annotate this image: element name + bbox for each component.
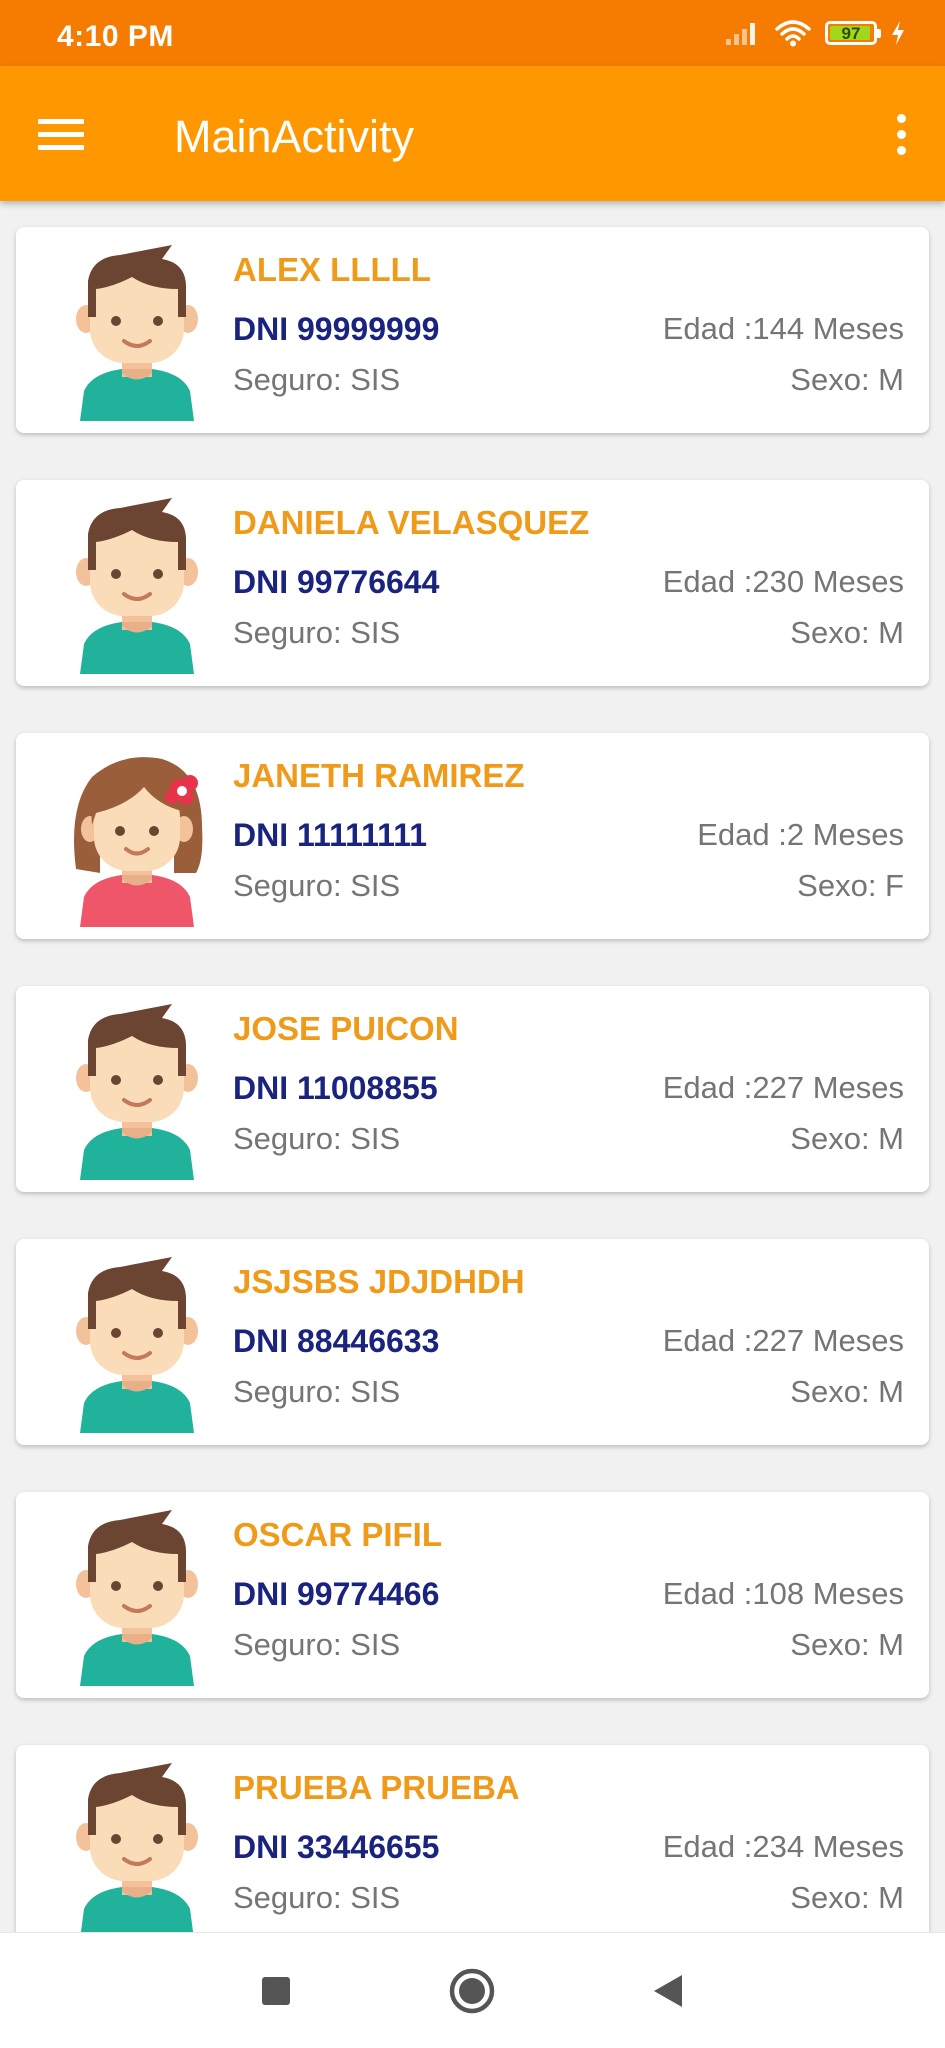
patient-name: JANETH RAMIREZ — [233, 757, 525, 794]
patient-list[interactable]: ALEX LLLLL DNI 99999999 Seguro: SIS Edad… — [0, 201, 945, 1932]
patient-dni: DNI 99774466 — [233, 1576, 440, 1612]
patient-sexo: Sexo: M — [790, 1880, 904, 1915]
screen: 4:10 PM 97 MainActivity ALEX LLLLL DNI 9… — [0, 0, 945, 2048]
wifi-icon — [775, 20, 811, 47]
patient-sexo: Sexo: M — [790, 1121, 904, 1156]
patient-edad: Edad :234 Meses — [662, 1829, 904, 1864]
girl-avatar-icon — [74, 757, 203, 927]
signal-icon — [726, 23, 755, 45]
patient-seguro: Seguro: SIS — [233, 362, 401, 397]
battery-level: 97 — [841, 23, 861, 43]
hamburger-menu-icon[interactable] — [38, 106, 94, 162]
more-vert-icon[interactable] — [883, 106, 919, 162]
dot — [896, 145, 906, 155]
back-triangle-icon[interactable] — [638, 1961, 698, 2021]
patient-seguro: Seguro: SIS — [233, 1374, 401, 1409]
patient-name: ALEX LLLLL — [233, 251, 431, 288]
patient-edad: Edad :144 Meses — [662, 311, 904, 346]
patient-sexo: Sexo: M — [790, 1374, 904, 1409]
patient-card[interactable]: DANIELA VELASQUEZ DNI 99776644 Seguro: S… — [16, 480, 929, 686]
battery-tip — [877, 29, 881, 38]
status-time: 4:10 PM — [57, 20, 174, 53]
boy-avatar-icon — [76, 1257, 198, 1433]
patient-edad: Edad :227 Meses — [662, 1070, 904, 1105]
patient-dni: DNI 88446633 — [233, 1323, 440, 1359]
dot — [896, 129, 906, 139]
patient-dni: DNI 99776644 — [233, 564, 440, 600]
patient-edad: Edad :108 Meses — [662, 1576, 904, 1611]
app-title: MainActivity — [174, 111, 415, 162]
patient-sexo: Sexo: M — [790, 362, 904, 397]
patient-card[interactable]: JSJSBS JDJDHDH DNI 88446633 Seguro: SIS … — [16, 1239, 929, 1445]
patient-card[interactable]: JOSE PUICON DNI 11008855 Seguro: SIS Eda… — [16, 986, 929, 1192]
app-bar: MainActivity — [0, 66, 945, 201]
patient-edad: Edad :230 Meses — [662, 564, 904, 599]
patient-name: JSJSBS JDJDHDH — [233, 1263, 525, 1300]
patient-seguro: Seguro: SIS — [233, 615, 401, 650]
patient-seguro: Seguro: SIS — [233, 868, 401, 903]
menu-line — [38, 131, 84, 137]
boy-avatar-icon — [76, 1510, 198, 1686]
patient-card[interactable]: JANETH RAMIREZ DNI 11111111 Seguro: SIS … — [16, 733, 929, 939]
charging-icon — [892, 21, 904, 45]
patient-seguro: Seguro: SIS — [233, 1627, 401, 1662]
patient-name: DANIELA VELASQUEZ — [233, 504, 590, 541]
recents-square-icon[interactable] — [246, 1961, 306, 2021]
patient-card[interactable]: ALEX LLLLL DNI 99999999 Seguro: SIS Edad… — [16, 227, 929, 433]
patient-name: OSCAR PIFIL — [233, 1516, 443, 1553]
patient-seguro: Seguro: SIS — [233, 1880, 401, 1915]
battery-icon: 97 — [825, 21, 881, 45]
menu-line — [38, 144, 84, 150]
patient-name: JOSE PUICON — [233, 1010, 459, 1047]
patient-card[interactable]: OSCAR PIFIL DNI 99774466 Seguro: SIS Eda… — [16, 1492, 929, 1698]
dot — [896, 113, 906, 123]
status-icons: 97 — [725, 16, 905, 50]
boy-avatar-icon — [76, 1763, 198, 1932]
menu-line — [38, 118, 84, 124]
boy-avatar-icon — [76, 498, 198, 674]
patient-sexo: Sexo: F — [797, 868, 904, 903]
patient-dni: DNI 11111111 — [233, 817, 428, 853]
system-nav-bar — [0, 1932, 945, 2048]
patient-seguro: Seguro: SIS — [233, 1121, 401, 1156]
patient-dni: DNI 11008855 — [233, 1070, 438, 1106]
patient-edad: Edad :227 Meses — [662, 1323, 904, 1358]
status-bar: 4:10 PM 97 — [0, 0, 945, 66]
patient-dni: DNI 33446655 — [233, 1829, 440, 1865]
home-circle-icon[interactable] — [442, 1961, 502, 2021]
boy-avatar-icon — [76, 245, 198, 421]
patient-dni: DNI 99999999 — [233, 311, 440, 347]
patient-edad: Edad :2 Meses — [697, 817, 904, 852]
patient-sexo: Sexo: M — [790, 1627, 904, 1662]
patient-name: PRUEBA PRUEBA — [233, 1769, 520, 1806]
patient-sexo: Sexo: M — [790, 615, 904, 650]
boy-avatar-icon — [76, 1004, 198, 1180]
patient-card[interactable]: PRUEBA PRUEBA DNI 33446655 Seguro: SIS E… — [16, 1745, 929, 1932]
